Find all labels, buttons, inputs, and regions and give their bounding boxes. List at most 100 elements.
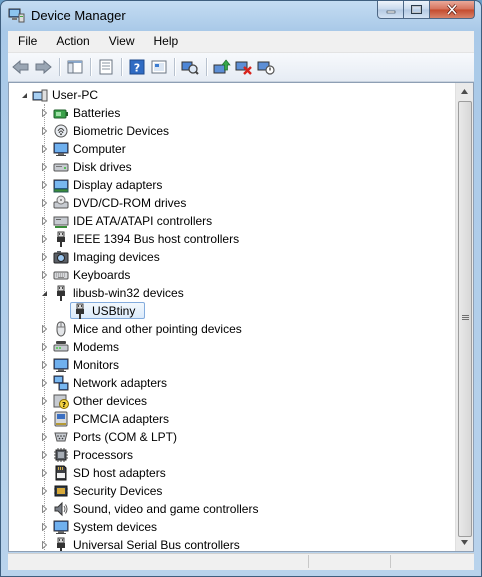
menu-help[interactable]: Help — [144, 31, 188, 52]
tree-category-node[interactable]: Imaging devices — [9, 248, 457, 266]
tree-category-node[interactable]: Disk drives — [9, 158, 457, 176]
modem-icon — [53, 341, 69, 352]
expand-arrow-icon[interactable] — [40, 163, 48, 171]
tree-category-node[interactable]: ? Other devices — [9, 392, 457, 410]
collapse-arrow-icon[interactable] — [20, 91, 28, 99]
expand-arrow-icon[interactable] — [40, 235, 48, 243]
scan-button[interactable] — [180, 57, 200, 77]
show-hidden-button[interactable] — [149, 57, 169, 77]
update-driver-button[interactable] — [212, 57, 232, 77]
expand-arrow-icon[interactable] — [40, 145, 48, 153]
disable-button[interactable] — [256, 57, 276, 77]
tree-category-node[interactable]: Mice and other pointing devices — [9, 320, 457, 338]
expand-arrow-icon[interactable] — [40, 325, 48, 333]
close-icon — [446, 4, 458, 15]
expand-arrow-icon[interactable] — [40, 199, 48, 207]
tree-category-node[interactable]: Keyboards — [9, 266, 457, 284]
expand-arrow-icon[interactable] — [40, 109, 48, 117]
tree-category-node[interactable]: Processors — [9, 446, 457, 464]
back-button[interactable] — [11, 57, 31, 77]
usb-plug-icon — [76, 303, 84, 319]
processor-icon — [54, 448, 68, 462]
tree-category-node-label: Other devices — [73, 394, 148, 408]
tree-category-node[interactable]: Monitors — [9, 356, 457, 374]
expand-arrow-icon[interactable] — [40, 181, 48, 189]
tree-category-node-label: IEEE 1394 Bus host controllers — [73, 232, 240, 246]
menu-view[interactable]: View — [99, 31, 144, 52]
expand-arrow-icon[interactable] — [40, 415, 48, 423]
console-tree-icon — [67, 60, 83, 74]
tree-root-node[interactable]: User-PC — [9, 86, 457, 104]
menu-bar: File Action View Help — [8, 31, 474, 53]
tree-category-node[interactable]: DVD/CD-ROM drives — [9, 194, 457, 212]
tree-category-node-label: Imaging devices — [73, 250, 160, 264]
tree-category-node[interactable]: SD host adapters — [9, 464, 457, 482]
tree-category-node-label: Universal Serial Bus controllers — [73, 538, 240, 551]
expand-arrow-icon[interactable] — [40, 127, 48, 135]
tree-category-node[interactable]: Sound, video and game controllers — [9, 500, 457, 518]
tree-category-node[interactable]: Modems — [9, 338, 457, 356]
expand-arrow-icon[interactable] — [40, 361, 48, 369]
tree-category-node[interactable]: Network adapters — [9, 374, 457, 392]
tree-category-node[interactable]: Biometric Devices — [9, 122, 457, 140]
tree-category-node[interactable]: libusb-win32 devices — [9, 284, 457, 302]
collapse-arrow-icon[interactable] — [40, 289, 48, 297]
expand-arrow-icon[interactable] — [40, 451, 48, 459]
scroll-down-button[interactable] — [456, 534, 473, 551]
tree-category-node[interactable]: Display adapters — [9, 176, 457, 194]
expand-arrow-icon[interactable] — [40, 253, 48, 261]
monitor-icon — [53, 358, 69, 372]
tree-category-node[interactable]: Security Devices — [9, 482, 457, 500]
console-tree-button[interactable] — [65, 57, 85, 77]
tree-category-node[interactable]: System devices — [9, 518, 457, 536]
scroll-up-button[interactable] — [456, 83, 473, 100]
uninstall-button[interactable] — [234, 57, 254, 77]
expand-arrow-icon[interactable] — [40, 505, 48, 513]
forward-button[interactable] — [33, 57, 53, 77]
vertical-scrollbar[interactable] — [455, 83, 473, 551]
properties-button[interactable] — [96, 57, 116, 77]
title-bar[interactable]: Device Manager — [1, 1, 481, 31]
status-cell — [8, 555, 309, 568]
expand-arrow-icon[interactable] — [40, 343, 48, 351]
expand-arrow-icon[interactable] — [40, 271, 48, 279]
toolbar-separator — [206, 58, 207, 76]
expand-arrow-icon[interactable] — [40, 541, 48, 549]
battery-icon — [53, 109, 68, 119]
tree-category-node[interactable]: IEEE 1394 Bus host controllers — [9, 230, 457, 248]
expand-arrow-icon[interactable] — [40, 487, 48, 495]
monitor-icon — [53, 520, 69, 534]
scrollbar-grip — [462, 317, 469, 318]
help-button[interactable]: ? — [127, 57, 147, 77]
sd-card-icon — [55, 465, 67, 481]
minimize-button[interactable] — [377, 1, 404, 19]
expand-arrow-icon[interactable] — [40, 469, 48, 477]
security-chip-icon — [54, 485, 68, 497]
close-button[interactable] — [430, 1, 475, 19]
tree-category-node[interactable]: IDE ATA/ATAPI controllers — [9, 212, 457, 230]
scrollbar-thumb[interactable] — [458, 101, 472, 537]
tree-category-node-label: Disk drives — [73, 160, 132, 174]
expand-arrow-icon[interactable] — [40, 397, 48, 405]
tree-category-node[interactable]: Ports (COM & LPT) — [9, 428, 457, 446]
tree-device-node[interactable]: USBtiny — [9, 302, 457, 320]
status-cell — [310, 555, 391, 568]
expand-arrow-icon[interactable] — [40, 433, 48, 441]
speaker-icon — [54, 501, 68, 517]
usb-plug-icon — [57, 231, 65, 247]
expand-arrow-icon[interactable] — [40, 217, 48, 225]
camera-icon — [53, 251, 69, 264]
menu-file[interactable]: File — [8, 31, 46, 52]
dvd-drive-icon — [53, 195, 69, 209]
expand-arrow-icon[interactable] — [40, 523, 48, 531]
tree-category-node[interactable]: Computer — [9, 140, 457, 158]
tree-category-node[interactable]: PCMCIA adapters — [9, 410, 457, 428]
menu-action[interactable]: Action — [46, 31, 98, 52]
tree-category-node[interactable]: Batteries — [9, 104, 457, 122]
properties-icon — [99, 59, 113, 75]
tree-category-node[interactable]: Universal Serial Bus controllers — [9, 536, 457, 551]
tree-category-node-label: Security Devices — [73, 484, 163, 498]
toolbar-separator — [59, 58, 60, 76]
expand-arrow-icon[interactable] — [40, 379, 48, 387]
maximize-button[interactable] — [404, 1, 430, 19]
